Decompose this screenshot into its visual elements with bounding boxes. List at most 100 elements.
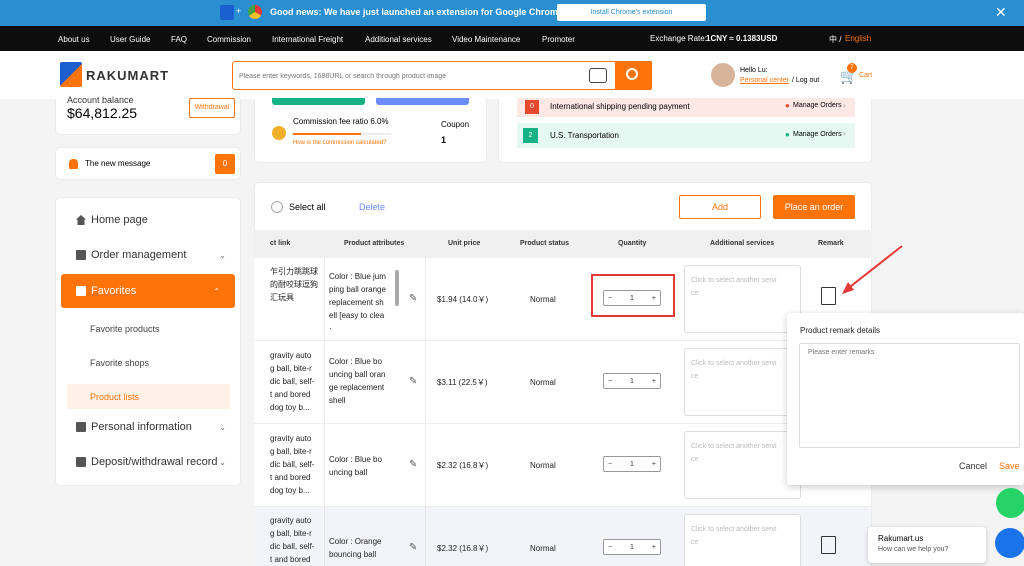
chat-icon[interactable]: [995, 528, 1024, 558]
cart-label[interactable]: Cart: [859, 72, 872, 79]
save-button[interactable]: Save: [999, 461, 1020, 471]
whatsapp-icon[interactable]: [996, 488, 1024, 518]
green-button-remnant[interactable]: [272, 98, 365, 105]
message-card[interactable]: The new message 0: [55, 147, 241, 180]
status-row-shipping[interactable]: 0 International shipping pending payment…: [517, 98, 855, 117]
minus-icon[interactable]: −: [608, 378, 612, 385]
logo-text[interactable]: RAKUMART: [86, 68, 169, 83]
quantity-stepper[interactable]: − 1 +: [603, 539, 661, 555]
plus-icon[interactable]: +: [652, 461, 656, 468]
sidebar-item-home[interactable]: Home page: [76, 214, 148, 226]
additional-services-field[interactable]: Click to select another servi ce: [684, 265, 801, 333]
lang-cn[interactable]: 中 /: [829, 34, 841, 45]
remark-edit-icon[interactable]: [821, 287, 836, 305]
sidebar-item-label: Home page: [91, 214, 148, 226]
nav-international-freight[interactable]: International Freight: [272, 35, 343, 44]
personal-center-link[interactable]: Personal center: [740, 77, 789, 84]
remark-edit-icon[interactable]: [821, 536, 836, 554]
col-product-status: Product status: [520, 240, 570, 247]
chevron-up-icon: ⌃: [213, 286, 220, 296]
cancel-button[interactable]: Cancel: [959, 461, 987, 471]
minus-icon[interactable]: −: [608, 544, 612, 551]
place-order-button[interactable]: Place an order: [773, 195, 855, 219]
chat-popup[interactable]: Rakumart.us How can we help you?: [868, 527, 986, 563]
nav-video-maintenance[interactable]: Video Maintenance: [452, 35, 520, 44]
order-status-card: 0 International shipping pending payment…: [498, 98, 872, 163]
plus-icon[interactable]: +: [652, 295, 656, 302]
withdrawal-button[interactable]: Withdrawal: [189, 98, 235, 118]
plus-icon[interactable]: +: [652, 544, 656, 551]
nav-about-us[interactable]: About us: [58, 35, 90, 44]
edit-pencil-icon[interactable]: ✎: [409, 459, 417, 470]
logout-link[interactable]: / Log out: [792, 77, 819, 84]
link-line: dog toy b...: [270, 486, 310, 495]
additional-services-field[interactable]: Click to select another servi ce: [684, 431, 801, 499]
camera-icon[interactable]: [589, 68, 607, 83]
product-link-cell[interactable]: gravity auto g ball, bite-r dic ball, self…: [270, 349, 322, 414]
product-link-cell[interactable]: gravity auto g ball, bite-r dic ball, self…: [270, 514, 322, 566]
product-link-cell[interactable]: gravity auto g ball, bite-r dic ball, self…: [270, 432, 322, 497]
additional-services-field[interactable]: Click to select another servi ce: [684, 514, 801, 566]
edit-pencil-icon[interactable]: ✎: [409, 376, 417, 387]
blue-button-remnant[interactable]: [376, 98, 469, 105]
edit-pencil-icon[interactable]: ✎: [409, 542, 417, 553]
product-link-cell[interactable]: 乍引力跳跳球 的耐咬球逗狗 汇玩具: [270, 265, 322, 304]
nav-user-guide[interactable]: User Guide: [110, 35, 150, 44]
minus-icon[interactable]: −: [608, 461, 612, 468]
lang-en[interactable]: English: [845, 34, 871, 43]
nav-commission[interactable]: Commission: [207, 35, 251, 44]
attr-scrollbar[interactable]: [395, 270, 399, 306]
select-all-label[interactable]: Select all: [289, 202, 326, 212]
install-extension-button[interactable]: Install Chrome's extension: [557, 4, 706, 21]
sidebar-menu: Home page Order management ⌄ Favorites ⌃ F…: [55, 197, 241, 486]
svc-line: Click to select another servi: [691, 360, 777, 367]
manage-orders-link[interactable]: Manage Orders: [793, 131, 842, 138]
remark-textarea[interactable]: [799, 343, 1020, 448]
coupon-label: Coupon: [441, 120, 470, 129]
quantity-stepper[interactable]: − 1 +: [603, 373, 661, 389]
search-input[interactable]: [239, 68, 579, 84]
sidebar-item-favorite-products[interactable]: Favorite products: [90, 324, 160, 334]
sidebar-item-personal-information[interactable]: Personal information ⌄: [76, 421, 226, 433]
select-all-checkbox[interactable]: [271, 201, 283, 213]
nav-faq[interactable]: FAQ: [171, 35, 187, 44]
delete-button[interactable]: Delete: [359, 202, 385, 212]
sidebar-item-deposit-withdrawal[interactable]: Deposit/withdrawal record ⌄: [76, 456, 226, 468]
sidebar-item-favorite-shops[interactable]: Favorite shops: [90, 358, 149, 368]
quantity-value[interactable]: 1: [630, 544, 634, 551]
quantity-stepper[interactable]: − 1 +: [603, 456, 661, 472]
manage-orders-link[interactable]: Manage Orders: [793, 102, 842, 109]
commission-help-link[interactable]: How is the commission calculated?: [293, 140, 386, 146]
chevron-right-icon: ›: [843, 101, 846, 110]
home-icon: [76, 215, 86, 225]
sidebar-item-product-lists[interactable]: Product lists: [67, 384, 230, 409]
unit-price: $1.94 (14.0￥): [437, 295, 489, 304]
quantity-stepper[interactable]: − 1 +: [603, 290, 661, 306]
avatar[interactable]: [711, 63, 735, 87]
logo-icon[interactable]: [60, 62, 82, 87]
minus-icon[interactable]: −: [608, 295, 612, 302]
additional-services-field[interactable]: Click to select another servi ce: [684, 348, 801, 416]
plus-icon[interactable]: +: [652, 378, 656, 385]
col-unit-price: Unit price: [448, 240, 481, 247]
product-status: Normal: [530, 378, 556, 387]
add-button[interactable]: Add: [679, 195, 761, 219]
sidebar-item-order-management[interactable]: Order management ⌄: [76, 249, 226, 261]
sidebar-item-favorites[interactable]: Favorites ⌃: [61, 274, 235, 308]
svc-line: ce: [691, 373, 699, 380]
nav-promoter[interactable]: Promoter: [542, 35, 575, 44]
search-button[interactable]: [615, 61, 652, 90]
edit-pencil-icon[interactable]: ✎: [409, 293, 417, 304]
quantity-value[interactable]: 1: [630, 295, 634, 302]
svc-line: Click to select another servi: [691, 526, 777, 533]
commission-icon: [272, 126, 286, 140]
quantity-value[interactable]: 1: [630, 461, 634, 468]
divider: [425, 258, 426, 341]
nav-additional-services[interactable]: Additional services: [365, 35, 432, 44]
col-product-link: ct link: [270, 240, 291, 247]
quantity-value[interactable]: 1: [630, 378, 634, 385]
status-row-us-transport[interactable]: 2 U.S. Transportation ● Manage Orders ›: [517, 123, 855, 148]
close-icon[interactable]: ✕: [995, 4, 1007, 21]
sidebar-item-label: Order management: [91, 249, 187, 261]
link-line: 汇玩具: [270, 293, 294, 302]
